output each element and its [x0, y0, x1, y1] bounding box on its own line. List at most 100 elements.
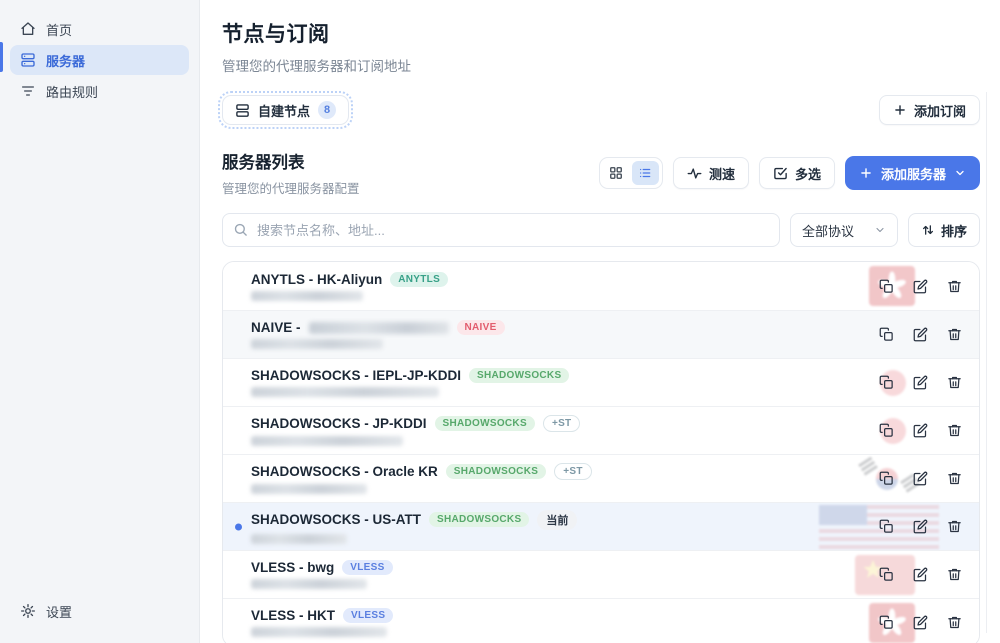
server-name: NAIVE - — [251, 320, 301, 335]
server-row[interactable]: SHADOWSOCKS - Oracle KR SHADOWSOCKS +ST — [223, 454, 979, 502]
sidebar-item-routing-rules[interactable]: 路由规则 — [10, 76, 189, 106]
sidebar-item-label: 路由规则 — [46, 84, 99, 100]
redacted-server-address — [251, 339, 383, 349]
trash-icon — [947, 423, 962, 438]
page-subtitle: 管理您的代理服务器和订阅地址 — [222, 59, 411, 74]
delete-button[interactable] — [941, 418, 967, 444]
protocol-badge: +ST — [554, 463, 592, 480]
main-content: 节点与订阅 管理您的代理服务器和订阅地址 自建节点 8 添加订阅 服务器列表 管… — [200, 0, 1000, 643]
copy-button[interactable] — [873, 273, 899, 299]
server-row[interactable]: ANYTLS - HK-Aliyun ANYTLS — [223, 262, 979, 310]
chevron-down-icon — [874, 224, 886, 236]
search-input[interactable] — [222, 213, 780, 247]
copy-button[interactable] — [873, 514, 899, 540]
protocol-badge: +ST — [542, 415, 581, 432]
sidebar-item-settings[interactable]: 设置 — [10, 596, 189, 626]
edit-icon — [913, 279, 928, 294]
copy-button[interactable] — [873, 562, 899, 588]
trash-icon — [947, 567, 962, 582]
view-toggle — [598, 157, 663, 189]
list-view-button[interactable] — [631, 161, 659, 185]
server-name: VLESS - bwg — [251, 560, 335, 575]
edit-button[interactable] — [907, 322, 933, 348]
copy-icon — [879, 519, 894, 534]
speed-test-label: 测速 — [708, 166, 735, 182]
server-name: SHADOWSOCKS - IEPL-JP-KDDI — [251, 368, 462, 383]
redacted-server-address — [251, 579, 367, 589]
sidebar-item-servers[interactable]: 服务器 — [10, 45, 189, 75]
server-row[interactable]: VLESS - bwg VLESS — [223, 550, 979, 598]
protocol-badge: SHADOWSOCKS — [429, 512, 530, 527]
edit-icon — [913, 615, 928, 630]
sort-icon — [921, 223, 935, 237]
sort-button[interactable]: 排序 — [907, 213, 980, 247]
server-list: ANYTLS - HK-Aliyun ANYTLS NAIVE - NAIVE SHA… — [222, 261, 980, 643]
app-window: 首页 服务器 路由规则 设置 节点与订阅 管理您的代理服务器和订阅地址 自建节点… — [0, 0, 1000, 643]
delete-button[interactable] — [941, 370, 967, 396]
trash-icon — [947, 279, 962, 294]
redacted-server-name — [308, 321, 449, 334]
active-indicator — [0, 42, 3, 72]
redacted-server-address — [251, 533, 347, 544]
sidebar-item-label: 设置 — [46, 604, 73, 620]
routes-icon — [20, 83, 36, 99]
copy-icon — [879, 423, 894, 438]
trash-icon — [947, 519, 962, 534]
edit-button[interactable] — [907, 610, 933, 636]
copy-button[interactable] — [873, 610, 899, 636]
server-row[interactable]: SHADOWSOCKS - JP-KDDI SHADOWSOCKS +ST — [223, 406, 979, 454]
delete-button[interactable] — [941, 610, 967, 636]
activity-icon — [687, 166, 702, 181]
sidebar-item-home[interactable]: 首页 — [10, 14, 189, 44]
delete-button[interactable] — [941, 514, 967, 540]
sort-label: 排序 — [940, 223, 967, 239]
tab-self-built-nodes[interactable]: 自建节点 8 — [217, 91, 354, 129]
multi-select-button[interactable]: 多选 — [758, 157, 835, 189]
server-row[interactable]: VLESS - HKT VLESS — [223, 598, 979, 643]
protocol-badge: SHADOWSOCKS — [434, 416, 535, 431]
speed-test-button[interactable]: 测速 — [672, 157, 749, 189]
delete-button[interactable] — [941, 273, 967, 299]
edit-button[interactable] — [907, 418, 933, 444]
plus-icon — [893, 103, 907, 117]
copy-button[interactable] — [873, 466, 899, 492]
delete-button[interactable] — [941, 466, 967, 492]
edit-button[interactable] — [907, 370, 933, 396]
copy-button[interactable] — [873, 322, 899, 348]
server-row[interactable]: SHADOWSOCKS - IEPL-JP-KDDI SHADOWSOCKS — [223, 358, 979, 406]
server-name: SHADOWSOCKS - Oracle KR — [251, 464, 438, 479]
redacted-server-address — [251, 627, 387, 637]
protocol-filter-label: 全部协议 — [801, 223, 854, 239]
edit-button[interactable] — [907, 466, 933, 492]
copy-icon — [879, 375, 894, 390]
add-subscription-button[interactable]: 添加订阅 — [878, 95, 980, 125]
edit-button[interactable] — [907, 514, 933, 540]
scrollbar[interactable] — [986, 92, 987, 633]
server-name: SHADOWSOCKS - JP-KDDI — [251, 416, 427, 431]
redacted-server-address — [251, 387, 439, 397]
copy-icon — [879, 567, 894, 582]
copy-icon — [879, 615, 894, 630]
current-badge: 当前 — [537, 509, 578, 530]
sidebar: 首页 服务器 路由规则 设置 — [0, 0, 200, 643]
home-icon — [20, 21, 36, 37]
server-name: ANYTLS - HK-Aliyun — [251, 271, 383, 287]
edit-button[interactable] — [907, 562, 933, 588]
delete-button[interactable] — [941, 322, 967, 348]
edit-button[interactable] — [907, 273, 933, 299]
protocol-badge: SHADOWSOCKS — [469, 368, 570, 383]
trash-icon — [947, 615, 962, 630]
delete-button[interactable] — [941, 562, 967, 588]
server-row[interactable]: SHADOWSOCKS - US-ATT SHADOWSOCKS 当前 — [223, 502, 979, 550]
protocol-filter-select[interactable]: 全部协议 — [789, 213, 898, 247]
plus-icon — [859, 166, 873, 180]
copy-button[interactable] — [873, 370, 899, 396]
edit-icon — [913, 327, 928, 342]
grid-view-button[interactable] — [603, 161, 630, 185]
node-count-badge: 8 — [318, 101, 337, 119]
server-row[interactable]: NAIVE - NAIVE — [223, 310, 979, 358]
server-name: VLESS - HKT — [251, 608, 336, 623]
trash-icon — [947, 471, 962, 486]
copy-button[interactable] — [873, 418, 899, 444]
add-server-button[interactable]: 添加服务器 — [844, 156, 980, 190]
